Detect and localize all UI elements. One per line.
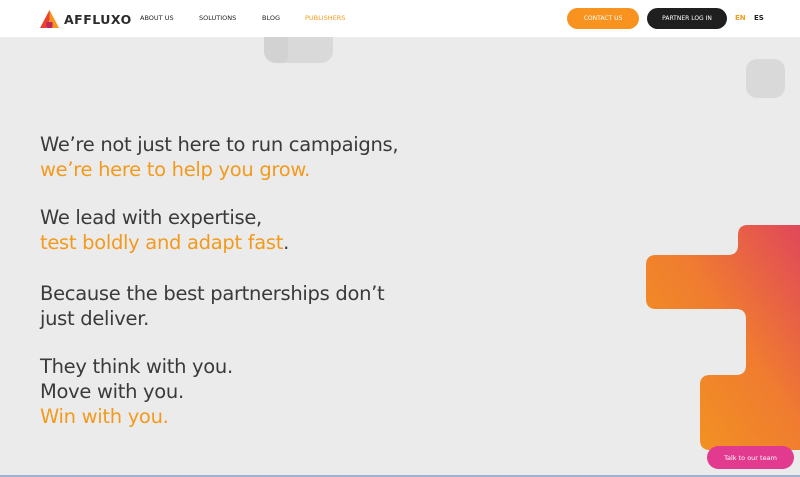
hero-line: We lead with expertise,	[40, 206, 262, 229]
hero-line: Because the best partnerships don’t	[40, 282, 385, 305]
hero-block-campaigns: We’re not just here to run campaigns, we…	[40, 132, 399, 182]
hero-line: They think with you.	[40, 355, 233, 378]
affluxo-logo-icon	[40, 10, 59, 28]
brand-logo[interactable]: AFFLUXO	[40, 9, 132, 29]
contact-us-button[interactable]: CONTACT US	[567, 8, 639, 29]
hero-line-highlight: we’re here to help you grow.	[40, 158, 311, 181]
hero-punctuation: .	[283, 231, 290, 254]
hero-line-highlight: Win with you.	[40, 405, 169, 428]
hero-line-highlight: test boldly and adapt fast	[40, 231, 284, 254]
hero-line: just deliver.	[40, 307, 150, 330]
hero-line: We’re not just here to run campaigns,	[40, 133, 399, 156]
partner-login-button[interactable]: PARTNER LOG IN	[647, 8, 727, 29]
decorative-square-right	[746, 59, 785, 98]
hero-line-mixed: test boldly and adapt fast.	[40, 230, 289, 255]
nav-publishers[interactable]: PUBLISHERS	[305, 14, 345, 22]
language-es[interactable]: ES	[754, 14, 764, 22]
gradient-block-shape	[646, 225, 800, 450]
brand-name: AFFLUXO	[64, 11, 132, 27]
decorative-tab-top-inner	[264, 37, 288, 63]
hero-block-expertise: We lead with expertise, test boldly and …	[40, 205, 289, 255]
nav-blog[interactable]: BLOG	[262, 14, 280, 22]
nav-solutions[interactable]: SOLUTIONS	[199, 14, 236, 22]
hero-block-together: They think with you. Move with you. Win …	[40, 354, 233, 429]
nav-about-us[interactable]: ABOUT US	[140, 14, 174, 22]
language-en[interactable]: EN	[735, 14, 746, 22]
hero-line: Move with you.	[40, 380, 184, 403]
hero-block-partnerships: Because the best partnerships don’t just…	[40, 281, 385, 331]
talk-to-team-button[interactable]: Talk to our team	[707, 446, 794, 469]
site-header: AFFLUXO ABOUT US SOLUTIONS BLOG PUBLISHE…	[0, 0, 800, 37]
